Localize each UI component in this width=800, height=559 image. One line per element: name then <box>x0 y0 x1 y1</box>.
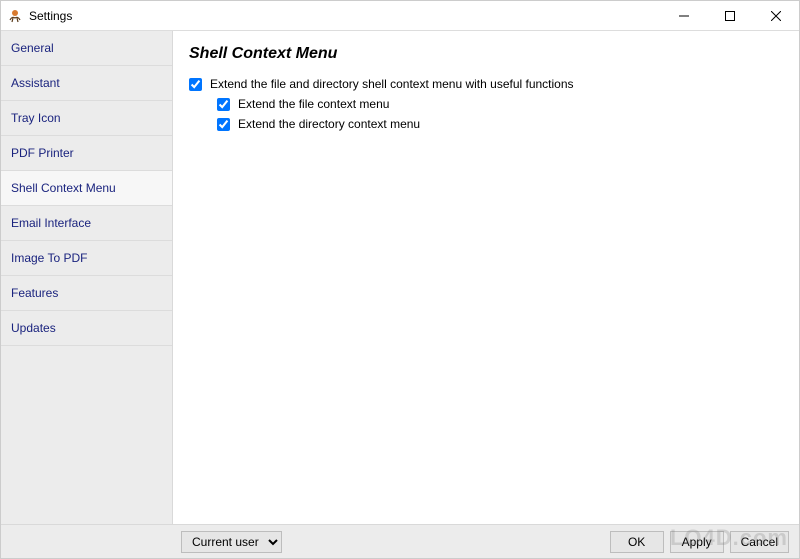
sidebar-item-label: Features <box>11 286 58 300</box>
sidebar-item-features[interactable]: Features <box>1 276 172 311</box>
sidebar-item-updates[interactable]: Updates <box>1 311 172 346</box>
sidebar-item-label: Tray Icon <box>11 111 61 125</box>
window-controls <box>661 1 799 30</box>
checkbox-extend-directory-menu[interactable] <box>217 118 230 131</box>
close-button[interactable] <box>753 1 799 30</box>
cancel-button[interactable]: Cancel <box>730 531 789 553</box>
maximize-button[interactable] <box>707 1 753 30</box>
option-label: Extend the directory context menu <box>238 117 420 131</box>
option-label: Extend the file context menu <box>238 97 389 111</box>
sidebar-item-image-to-pdf[interactable]: Image To PDF <box>1 241 172 276</box>
page-title: Shell Context Menu <box>189 45 783 63</box>
sidebar-item-label: Email Interface <box>11 216 91 230</box>
content-panel: Shell Context Menu Extend the file and d… <box>173 31 799 524</box>
option-label: Extend the file and directory shell cont… <box>210 77 574 91</box>
sidebar-item-shell-context-menu[interactable]: Shell Context Menu <box>1 171 172 206</box>
window-title: Settings <box>29 9 72 23</box>
apply-button[interactable]: Apply <box>670 531 724 553</box>
checkbox-extend-file-menu[interactable] <box>217 98 230 111</box>
minimize-button[interactable] <box>661 1 707 30</box>
titlebar: Settings <box>1 1 799 31</box>
sidebar-item-email-interface[interactable]: Email Interface <box>1 206 172 241</box>
ok-button[interactable]: OK <box>610 531 664 553</box>
sidebar-item-tray-icon[interactable]: Tray Icon <box>1 101 172 136</box>
footer: Current user OK Apply Cancel <box>1 524 799 558</box>
app-icon <box>7 8 23 24</box>
sidebar-item-label: General <box>11 41 54 55</box>
sidebar-item-pdf-printer[interactable]: PDF Printer <box>1 136 172 171</box>
sidebar-item-assistant[interactable]: Assistant <box>1 66 172 101</box>
settings-window: Settings General Assistant Tray Icon PDF… <box>0 0 800 559</box>
sidebar-item-label: Shell Context Menu <box>11 181 116 195</box>
scope-select[interactable]: Current user <box>181 531 282 553</box>
option-extend-directory-menu: Extend the directory context menu <box>217 117 783 131</box>
sidebar-item-label: PDF Printer <box>11 146 74 160</box>
sidebar-item-label: Assistant <box>11 76 60 90</box>
sidebar-item-label: Updates <box>11 321 56 335</box>
checkbox-extend-shell-menu[interactable] <box>189 78 202 91</box>
window-body: General Assistant Tray Icon PDF Printer … <box>1 31 799 524</box>
sidebar: General Assistant Tray Icon PDF Printer … <box>1 31 173 524</box>
option-extend-shell-menu: Extend the file and directory shell cont… <box>189 77 783 91</box>
sidebar-item-general[interactable]: General <box>1 31 172 66</box>
option-extend-file-menu: Extend the file context menu <box>217 97 783 111</box>
sidebar-item-label: Image To PDF <box>11 251 87 265</box>
